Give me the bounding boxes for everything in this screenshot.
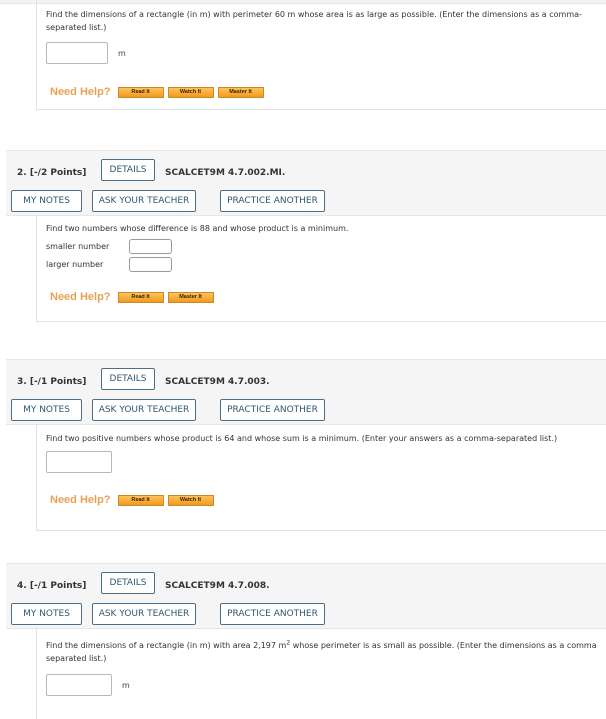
question-2-code: SCALCET9M 4.7.002.MI. xyxy=(165,168,286,178)
question-1-unit: m xyxy=(118,48,126,58)
need-help-label: Need Help? xyxy=(50,86,111,98)
details-button[interactable]: DETAILS xyxy=(101,159,155,181)
question-3-number: 3. xyxy=(17,377,27,387)
read-it-button[interactable]: Read It xyxy=(117,291,164,303)
question-4-text-part1: Find the dimensions of a rectangle (in m… xyxy=(46,641,287,650)
question-2-points: 2. [-/2 Points] xyxy=(17,168,86,178)
question-4-unit: m xyxy=(122,680,130,690)
question-3-help: Need Help? Read It Watch It xyxy=(37,494,606,506)
smaller-number-input[interactable] xyxy=(129,238,172,254)
question-1-body: Find the dimensions of a rectangle (in m… xyxy=(36,0,606,110)
practice-another-button[interactable]: PRACTICE ANOTHER xyxy=(220,399,325,421)
question-3-header: 3. [-/1 Points] DETAILS SCALCET9M 4.7.00… xyxy=(6,359,606,425)
question-4-points: 4. [-/1 Points] xyxy=(17,581,86,591)
master-it-button[interactable]: Master It xyxy=(217,86,264,98)
question-4-code: SCALCET9M 4.7.008. xyxy=(165,581,270,591)
ask-your-teacher-button[interactable]: ASK YOUR TEACHER xyxy=(92,603,196,625)
question-3-code: SCALCET9M 4.7.003. xyxy=(165,377,270,387)
question-2-header: 2. [-/2 Points] DETAILS SCALCET9M 4.7.00… xyxy=(6,150,606,216)
larger-number-input[interactable] xyxy=(129,256,172,272)
question-2-help: Need Help? Read It Master It xyxy=(37,291,606,303)
my-notes-button[interactable]: MY NOTES xyxy=(11,603,82,625)
question-2-points-value: [-/2 Points] xyxy=(29,168,87,178)
watch-it-button[interactable]: Watch It xyxy=(167,494,214,506)
question-4-number: 4. xyxy=(17,581,27,591)
master-it-button[interactable]: Master It xyxy=(167,291,214,303)
need-help-label: Need Help? xyxy=(50,291,111,303)
question-3-points: 3. [-/1 Points] xyxy=(17,377,86,387)
practice-another-button[interactable]: PRACTICE ANOTHER xyxy=(220,603,325,625)
need-help-label: Need Help? xyxy=(50,494,111,506)
larger-number-label: larger number xyxy=(46,259,104,269)
question-3-text: Find two positive numbers whose product … xyxy=(46,434,558,443)
question-2-body: Find two numbers whose difference is 88 … xyxy=(36,216,606,322)
my-notes-button[interactable]: MY NOTES xyxy=(11,399,82,421)
question-2-number: 2. xyxy=(17,168,27,178)
question-1-answer-input[interactable] xyxy=(46,42,108,64)
question-4-header: 4. [-/1 Points] DETAILS SCALCET9M 4.7.00… xyxy=(6,563,606,629)
question-4-points-value: [-/1 Points] xyxy=(29,581,87,591)
question-1-text: Find the dimensions of a rectangle (in m… xyxy=(46,10,582,32)
practice-another-button[interactable]: PRACTICE ANOTHER xyxy=(220,190,325,212)
question-2-text: Find two numbers whose difference is 88 … xyxy=(46,224,349,233)
my-notes-button[interactable]: MY NOTES xyxy=(11,190,82,212)
watch-it-button[interactable]: Watch It xyxy=(167,86,214,98)
details-button[interactable]: DETAILS xyxy=(101,572,155,594)
ask-your-teacher-button[interactable]: ASK YOUR TEACHER xyxy=(92,190,196,212)
read-it-button[interactable]: Read It xyxy=(117,494,164,506)
question-3-answer-input[interactable] xyxy=(46,451,112,473)
details-button[interactable]: DETAILS xyxy=(101,368,155,390)
question-4-body: Find the dimensions of a rectangle (in m… xyxy=(36,629,606,719)
question-4-text: Find the dimensions of a rectangle (in m… xyxy=(37,639,606,665)
question-1-help: Need Help? Read It Watch It Master It xyxy=(37,86,606,98)
question-3-body: Find two positive numbers whose product … xyxy=(36,425,606,531)
read-it-button[interactable]: Read It xyxy=(117,86,164,98)
smaller-number-label: smaller number xyxy=(46,241,110,251)
question-3-points-value: [-/1 Points] xyxy=(29,377,87,387)
ask-your-teacher-button[interactable]: ASK YOUR TEACHER xyxy=(92,399,196,421)
question-4-answer-input[interactable] xyxy=(46,674,112,696)
